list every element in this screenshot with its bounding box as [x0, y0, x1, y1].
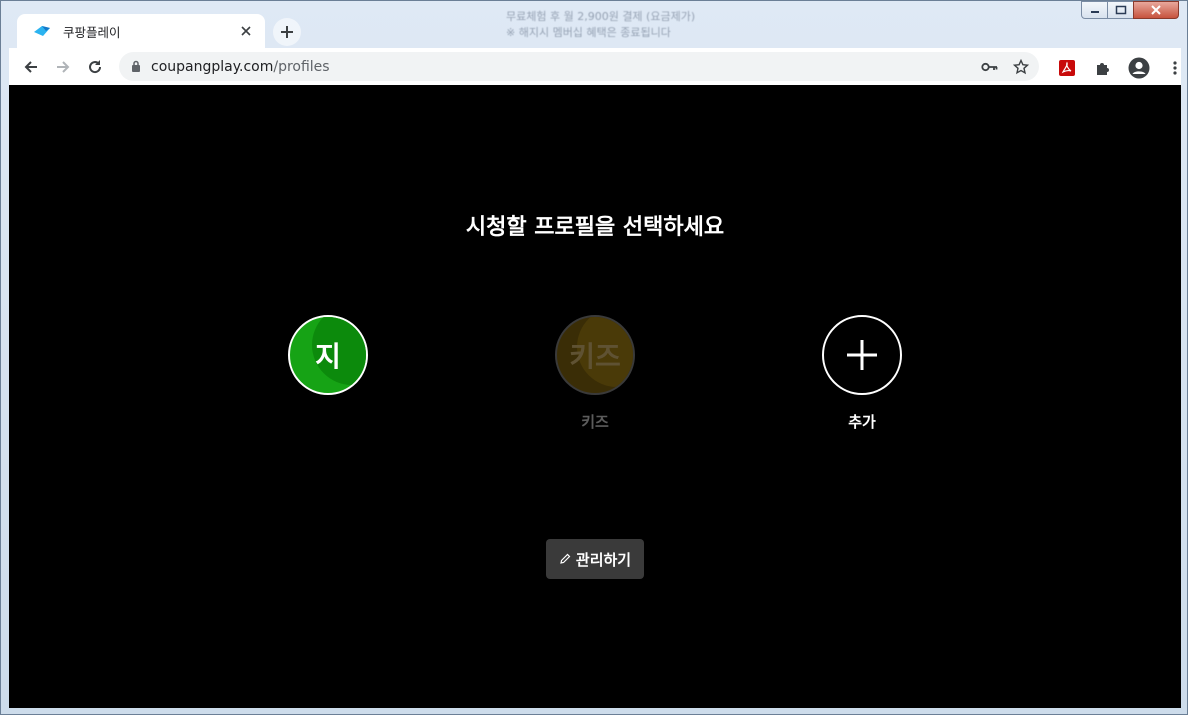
tab-coupang-play[interactable]: 쿠팡플레이 — [17, 14, 265, 48]
avatar[interactable]: 키즈 — [555, 315, 635, 395]
manage-button-label: 관리하기 — [575, 550, 632, 569]
tab-strip: 쿠팡플레이 — [9, 9, 1179, 48]
reload-icon — [89, 59, 102, 73]
profile-card-0[interactable]: 지 — [248, 315, 408, 431]
extensions-button[interactable] — [1087, 52, 1119, 84]
plus-icon — [281, 26, 293, 38]
profile-card-kids[interactable]: 키즈 키즈 — [515, 315, 675, 431]
new-tab-button[interactable] — [273, 18, 301, 46]
page-title: 시청할 프로필을 선택하세요 — [465, 215, 725, 240]
back-icon — [24, 60, 37, 73]
menu-dots-icon — [1173, 61, 1177, 75]
browser-toolbar: coupangplay.com/profiles — [9, 48, 1181, 85]
page-viewport: 시청할 프로필을 선택하세요 지 키즈 키즈 추가 관리하기 — [9, 85, 1181, 708]
coupang-play-icon — [33, 23, 53, 39]
url-text: coupangplay.com/profiles — [151, 59, 981, 75]
reload-button[interactable] — [79, 51, 111, 83]
plus-icon — [847, 340, 877, 370]
profile-name: 키즈 — [581, 413, 609, 431]
address-bar[interactable]: coupangplay.com/profiles — [119, 52, 1039, 81]
extensions-puzzle-icon — [1097, 63, 1109, 75]
tab-close-button[interactable] — [237, 22, 255, 40]
browser-window: 무료체험 후 월 2,900원 결제 (요금제가) ※ 해지시 멤버십 혜택은 … — [0, 0, 1188, 715]
key-icon[interactable] — [981, 61, 999, 73]
pdf-extension-icon — [1059, 60, 1075, 76]
pencil-icon — [560, 553, 571, 564]
add-profile-card[interactable]: 추가 — [782, 315, 942, 431]
forward-icon — [57, 60, 70, 73]
manage-profiles-button[interactable]: 관리하기 — [546, 539, 644, 579]
tab-title: 쿠팡플레이 — [63, 24, 121, 40]
back-button[interactable] — [15, 51, 47, 83]
forward-button[interactable] — [47, 51, 79, 83]
profile-name — [248, 411, 408, 431]
add-profile-button[interactable] — [822, 315, 902, 395]
url-path: /profiles — [273, 58, 330, 75]
url-domain: coupangplay.com — [151, 58, 274, 75]
pdf-extension-button[interactable] — [1051, 52, 1083, 84]
profile-button[interactable] — [1123, 52, 1155, 84]
lock-icon — [132, 60, 140, 72]
avatar[interactable]: 지 — [288, 315, 368, 395]
add-profile-label: 추가 — [848, 413, 876, 431]
star-icon[interactable] — [1013, 58, 1029, 75]
avatar-initial: 지 — [315, 340, 341, 373]
menu-button[interactable] — [1159, 52, 1188, 84]
close-icon — [241, 26, 251, 36]
profile-avatar-icon — [1128, 57, 1150, 79]
avatar-initial: 키즈 — [569, 340, 621, 373]
